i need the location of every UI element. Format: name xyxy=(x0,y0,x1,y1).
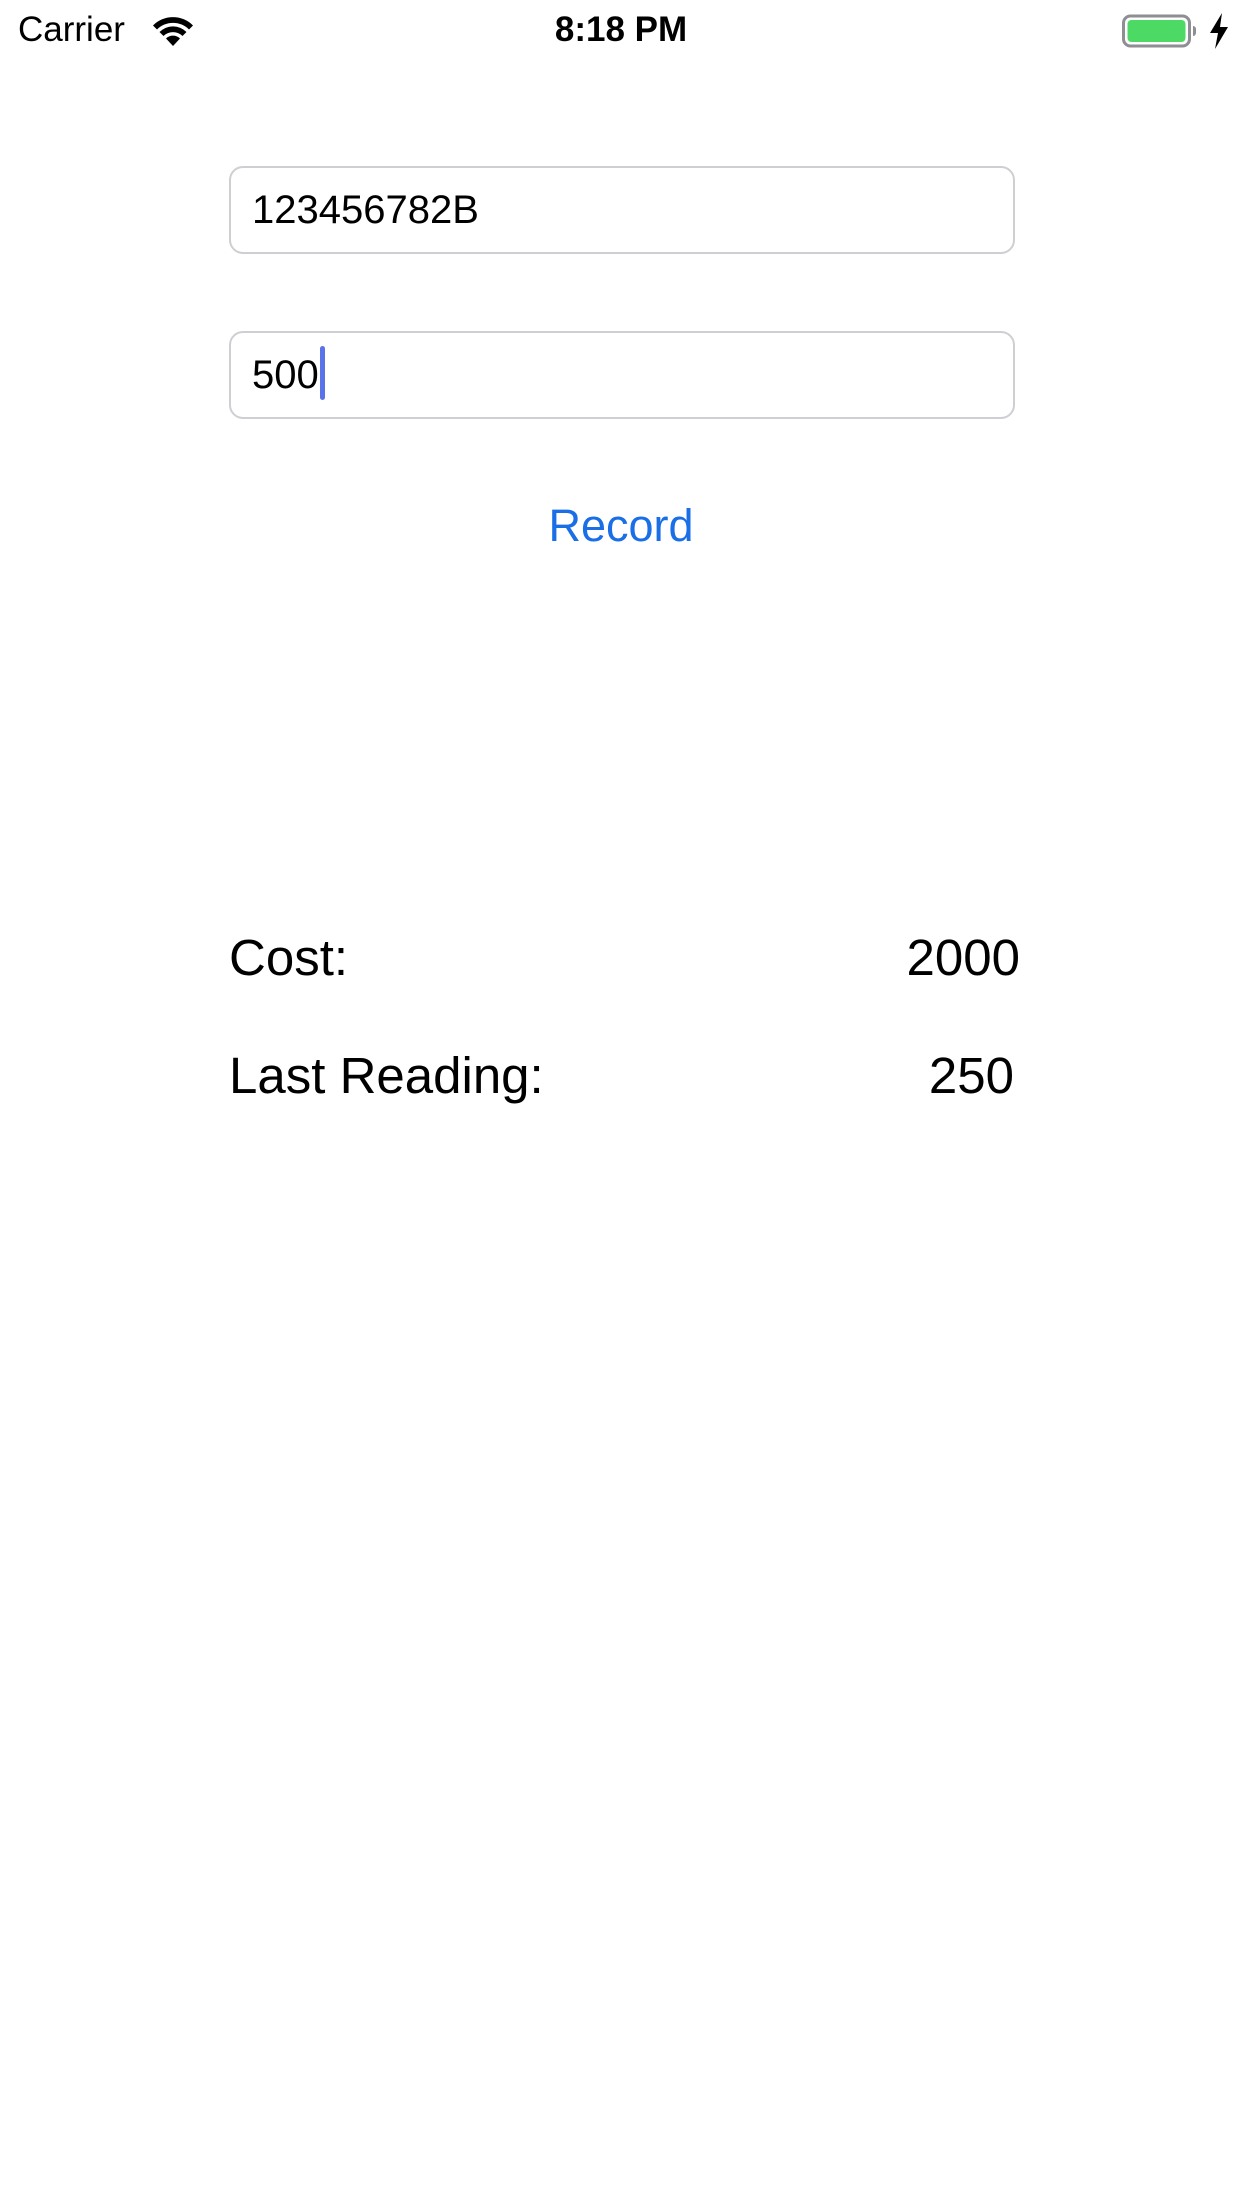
app-screen: Carrier 8:18 PM 123456782B 500 Record Co… xyxy=(0,0,1242,2208)
text-cursor xyxy=(319,346,325,401)
cost-value: 2000 xyxy=(906,929,1020,986)
last-reading-value: 250 xyxy=(928,1047,1014,1104)
meter-id-value: 123456782B xyxy=(252,188,479,232)
last-reading-label: Last Reading: xyxy=(229,1047,544,1104)
clock-time: 8:18 PM xyxy=(554,10,688,49)
record-button[interactable]: Record xyxy=(0,496,1242,556)
cost-label: Cost: xyxy=(229,929,349,986)
battery-icon xyxy=(1122,14,1196,48)
charging-bolt-icon xyxy=(1210,13,1228,49)
meter-id-input[interactable]: 123456782B xyxy=(229,166,1015,254)
status-bar: Carrier 8:18 PM xyxy=(0,0,1242,60)
reading-input[interactable]: 500 xyxy=(229,331,1015,419)
reading-value: 500 xyxy=(252,353,319,397)
